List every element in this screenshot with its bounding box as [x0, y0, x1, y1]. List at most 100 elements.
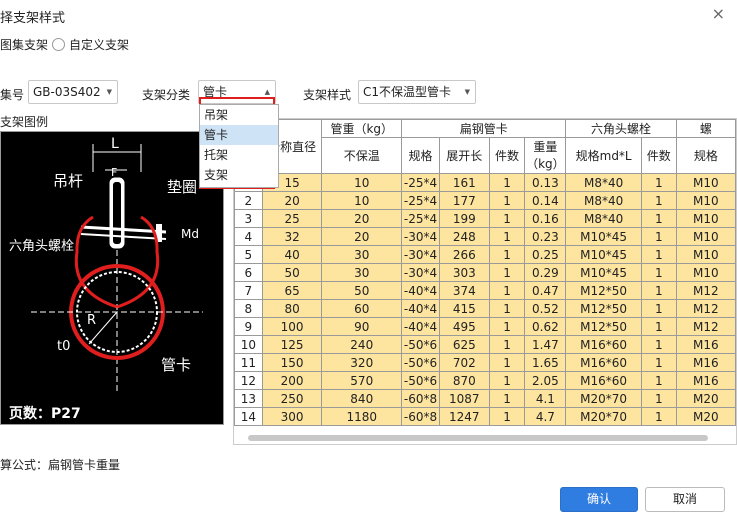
- table-cell: 8: [234, 299, 263, 318]
- table-cell: 14: [234, 407, 263, 426]
- table-cell: M16*60: [565, 371, 642, 390]
- header-bolt-count: 件数: [640, 137, 677, 174]
- table-cell: 1: [488, 407, 526, 426]
- table-cell: 1: [640, 407, 677, 426]
- bracket-figure: L F 吊杆 垫圈 Md 六角头螺栓 R t0 管卡 页数：P27: [0, 131, 224, 425]
- table-cell: 0.13: [524, 173, 567, 192]
- table-cell: 300: [261, 407, 323, 426]
- table-row[interactable]: 9 100 90 -40*4 495 1 0.62 M12*50 1 M12: [234, 317, 736, 336]
- table-cell: 1.65: [524, 353, 567, 372]
- table-cell: 65: [261, 281, 323, 300]
- table-cell: M16: [675, 353, 736, 372]
- table-cell: 13: [234, 389, 263, 408]
- label-R: R: [87, 313, 96, 328]
- table-row[interactable]: 13 250 840 -60*8 1087 1 4.1 M20*70 1 M20: [234, 389, 736, 408]
- table-cell: M20*70: [565, 407, 642, 426]
- close-icon[interactable]: ×: [712, 4, 725, 23]
- table-cell: 25: [261, 209, 323, 228]
- table-cell: -30*4: [401, 263, 440, 282]
- table-cell: M20: [675, 407, 736, 426]
- table-cell: 250: [261, 389, 323, 408]
- table-row[interactable]: 11510-25*416110.13M8*401M10: [234, 173, 736, 192]
- table-cell: M8*40: [565, 173, 642, 192]
- mode-option-atlas[interactable]: 图集支架: [0, 36, 48, 53]
- mode-option-custom[interactable]: 自定义支架: [52, 36, 129, 53]
- dropdown-item-clamp[interactable]: 管卡: [200, 125, 278, 145]
- table-cell: M16*60: [565, 335, 642, 354]
- table-cell: 100: [261, 317, 323, 336]
- table-cell: M10: [675, 263, 736, 282]
- mode-label-custom: 自定义支架: [69, 38, 130, 52]
- table-cell: 12: [234, 371, 263, 390]
- category-dropdown[interactable]: 吊架 管卡 托架 支架: [199, 104, 279, 188]
- atlas-select-value: GB-03S402: [33, 85, 101, 99]
- table-cell: M10: [675, 245, 736, 264]
- table-cell: 303: [438, 263, 490, 282]
- table-cell: 625: [438, 335, 490, 354]
- table-cell: 1: [488, 371, 526, 390]
- table-cell: 1: [640, 173, 677, 192]
- table-row[interactable]: 11 150 320 -50*6 702 1 1.65 M16*60 1 M16: [234, 353, 736, 372]
- label-rod: 吊杆: [53, 172, 83, 190]
- table-row[interactable]: 7 65 50 -40*4 374 1 0.47 M12*50 1 M12: [234, 281, 736, 300]
- table-cell: M10: [675, 209, 736, 228]
- table-cell: 1: [488, 317, 526, 336]
- label-pages: 页数：P27: [9, 405, 81, 422]
- style-select[interactable]: C1不保温型管卡 ▼: [358, 80, 476, 104]
- header-insulation: 不保温: [321, 137, 403, 174]
- table-cell: -50*6: [401, 353, 440, 372]
- table-cell: -50*6: [401, 371, 440, 390]
- dropdown-item-support[interactable]: 支架: [200, 165, 278, 185]
- table-cell: 20: [321, 227, 403, 246]
- header-count: 件数: [488, 137, 526, 174]
- cancel-button[interactable]: 取消: [645, 487, 725, 512]
- table-row[interactable]: 10 125 240 -50*6 625 1 1.47 M16*60 1 M16: [234, 335, 736, 354]
- table-cell: M10*45: [565, 263, 642, 282]
- table-cell: M12: [675, 299, 736, 318]
- horizontal-scrollbar[interactable]: [248, 435, 708, 441]
- table-cell: 1: [488, 245, 526, 264]
- table-cell: M12*50: [565, 299, 642, 318]
- mode-label-atlas: 图集支架: [0, 38, 49, 52]
- table-cell: 1: [640, 245, 677, 264]
- table-cell: 1: [488, 173, 526, 192]
- table-cell: 0.62: [524, 317, 567, 336]
- table-cell: 1: [640, 281, 677, 300]
- table-cell: 374: [438, 281, 490, 300]
- table-cell: 1: [640, 371, 677, 390]
- table-cell: -40*4: [401, 299, 440, 318]
- table-row[interactable]: 3 25 20 -25*4 199 1 0.16 M8*40 1 M10: [234, 209, 736, 228]
- table-row[interactable]: 5 40 30 -30*4 266 1 0.25 M10*45 1 M10: [234, 245, 736, 264]
- header-unfold: 展开长: [438, 137, 490, 174]
- table-cell: -50*6: [401, 335, 440, 354]
- atlas-select[interactable]: GB-03S402 ▼: [28, 80, 118, 104]
- table-cell: 240: [321, 335, 403, 354]
- table-cell: 32: [261, 227, 323, 246]
- table-cell: 0.47: [524, 281, 567, 300]
- label-t0: t0: [57, 339, 70, 354]
- table-cell: 2: [234, 191, 263, 210]
- header-spec: 规格: [401, 137, 440, 174]
- confirm-button[interactable]: 确认: [560, 487, 638, 512]
- radio-icon: [52, 38, 65, 51]
- table-row[interactable]: 6 50 30 -30*4 303 1 0.29 M10*45 1 M10: [234, 263, 736, 282]
- table-row[interactable]: 8 80 60 -40*4 415 1 0.52 M12*50 1 M12: [234, 299, 736, 318]
- table-row[interactable]: 2 20 10 -25*4 177 1 0.14 M8*40 1 M10: [234, 191, 736, 210]
- table-row[interactable]: 14 300 1180 -60*8 1247 1 4.7 M20*70 1 M20: [234, 407, 736, 426]
- table-cell: 6: [234, 263, 263, 282]
- table-row[interactable]: 4 32 20 -30*4 248 1 0.23 M10*45 1 M10: [234, 227, 736, 246]
- table-cell: 1: [640, 317, 677, 336]
- table-cell: 1: [640, 263, 677, 282]
- table-cell: 0.14: [524, 191, 567, 210]
- dropdown-item-hanger[interactable]: 吊架: [200, 105, 278, 125]
- table-cell: 1: [488, 353, 526, 372]
- category-label: 支架分类: [142, 88, 191, 102]
- dropdown-item-tray[interactable]: 托架: [200, 145, 278, 165]
- dialog-title: 择支架样式: [0, 11, 66, 26]
- chevron-down-icon: ▼: [464, 88, 470, 96]
- table-row[interactable]: 12 200 570 -50*6 870 1 2.05 M16*60 1 M16: [234, 371, 736, 390]
- table-cell: 1: [488, 227, 526, 246]
- spec-table[interactable]: 公称直径 管重（kg） 扁钢管卡 六角头螺栓 螺 不保温 规格 展开长 件数 重…: [233, 118, 737, 445]
- table-cell: 495: [438, 317, 490, 336]
- table-cell: 1: [640, 209, 677, 228]
